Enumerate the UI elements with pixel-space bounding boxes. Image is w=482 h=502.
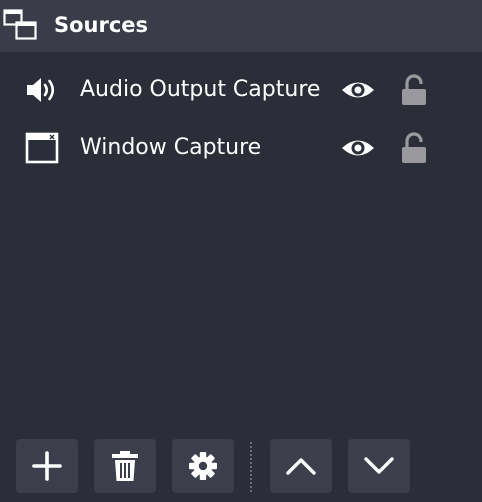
source-list[interactable]: Audio Output Capture Window Capture	[3, 52, 479, 422]
source-properties-button[interactable]	[172, 439, 234, 493]
chevron-up-icon	[286, 458, 316, 475]
dock-title: Sources	[54, 13, 149, 37]
add-source-button[interactable]	[16, 439, 78, 493]
speaker-icon	[27, 78, 55, 102]
chevron-down-icon	[364, 457, 394, 474]
trash-icon	[112, 451, 138, 481]
plus-icon	[32, 451, 62, 481]
eye-icon[interactable]	[341, 136, 375, 160]
remove-source-button[interactable]	[94, 439, 156, 493]
window-icon	[25, 132, 59, 164]
toolbar-separator	[250, 442, 252, 492]
move-source-down-button[interactable]	[348, 439, 410, 493]
sources-toolbar	[0, 430, 482, 502]
sources-dock-icon	[3, 9, 37, 40]
sources-dock: Sources Audio Output Capture Window Capt…	[0, 0, 482, 502]
gear-icon	[189, 452, 217, 480]
dock-header[interactable]: Sources	[0, 0, 482, 52]
source-label: Audio Output Capture	[80, 77, 321, 102]
eye-icon[interactable]	[341, 78, 375, 102]
source-label: Window Capture	[80, 135, 262, 160]
source-item[interactable]: Window Capture	[3, 120, 479, 176]
source-item[interactable]: Audio Output Capture	[3, 62, 479, 118]
move-source-up-button[interactable]	[270, 439, 332, 493]
unlock-icon[interactable]	[399, 74, 429, 106]
unlock-icon[interactable]	[399, 132, 429, 164]
